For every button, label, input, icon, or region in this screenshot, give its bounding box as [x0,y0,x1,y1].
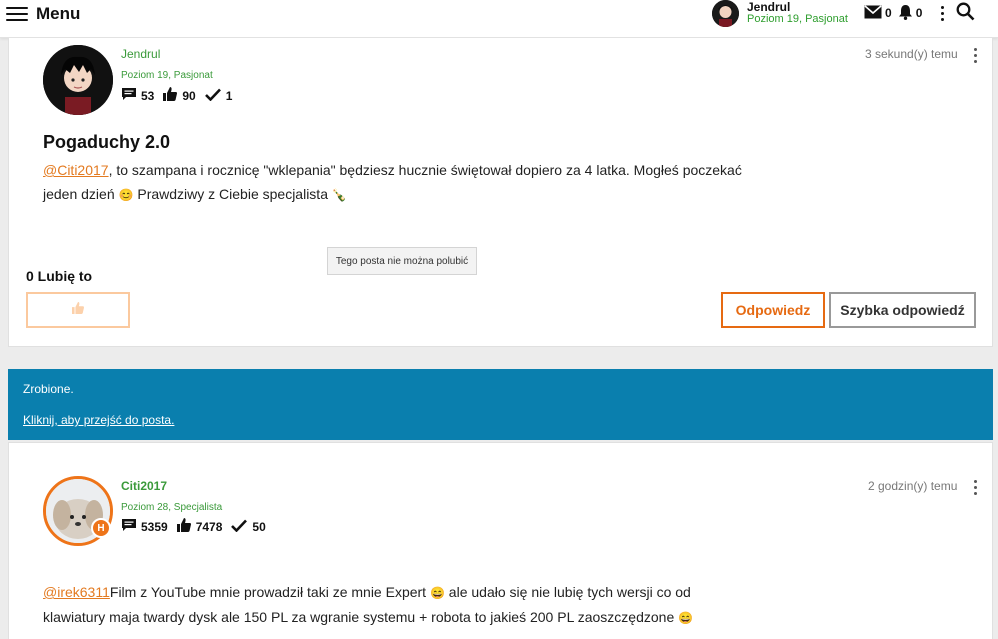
thumbs-up-icon [163,87,178,104]
likes-count: 90 [182,88,196,103]
messages-count[interactable]: 0 [885,6,892,20]
post-text-line: ale udało się nie lubię tych wersji co o… [444,584,691,600]
post-text-line: jeden dzień [43,186,119,202]
like-button[interactable] [26,292,130,328]
post-text-line: Prawdziwy z Ciebie specjalista [133,186,332,202]
post-title: Pogaduchy 2.0 [43,132,171,152]
avatar[interactable] [43,45,113,115]
post-text-line: klawiatury maja twardy dysk ale 150 PL z… [43,609,679,625]
banner-text: Zrobione. [23,382,74,396]
success-banner: Zrobione. Kliknij, aby przejść do posta. [8,369,993,440]
solutions-count: 50 [252,519,266,534]
grin-emoji: 😄 [678,611,694,625]
menu-button[interactable]: Menu [6,4,80,24]
search-icon[interactable] [956,2,975,24]
post-card: H Citi2017 Poziom 28, Specjalista 5359 7… [8,442,993,639]
likes-label: 0 Lubię to [26,268,93,284]
posts-count: 5359 [141,519,168,534]
post-body: @Citi2017, to szampana i rocznicę "wklep… [43,158,803,207]
tooltip: Tego posta nie można polubić [327,247,477,275]
posts-icon [122,87,136,104]
header-user-level: Poziom 19, Pasjonat [747,13,848,25]
solutions-count: 1 [225,88,233,103]
author-name[interactable]: Jendrul [121,47,160,61]
bell-icon[interactable] [898,4,913,23]
posts-icon [122,518,136,535]
checkmark-icon [231,519,248,535]
thumbs-up-icon [176,518,191,535]
header-user-name[interactable]: Jendrul [747,1,848,13]
author-level: Poziom 28, Specjalista [121,502,223,513]
post-text-line: Film z YouTube mnie prowadził taki ze mn… [109,584,430,600]
bottle-emoji: 🍾 [331,188,347,202]
top-header: Menu Jendrul Poziom 19, Pasjonat 0 0 [0,0,998,38]
post-time: 2 godzin(y) temu [868,479,958,493]
thumbs-up-icon [72,301,84,319]
banner-link[interactable]: Kliknij, aby przejść do posta. [23,413,174,427]
mention-link[interactable]: @Citi2017 [43,162,109,178]
header-icons: 0 0 [864,2,975,24]
post-card: Jendrul Poziom 19, Pasjonat 53 90 1 3 se… [8,38,993,347]
notifications-count[interactable]: 0 [916,6,923,20]
post-options-icon[interactable] [971,480,979,495]
mail-icon[interactable] [864,4,882,22]
more-options-icon[interactable] [938,4,946,22]
post-body: @irek6311Film z YouTube mnie prowadził t… [43,580,803,630]
smile-emoji: 😊 [118,188,134,202]
rank-badge: H [91,518,111,538]
mention-link[interactable]: @irek6311 [43,584,110,600]
avatar[interactable] [712,0,739,27]
likes-count: 7478 [195,519,223,534]
grin-emoji: 😄 [429,586,445,600]
reply-button[interactable]: Odpowiedz [721,292,825,328]
author-stats: 53 90 1 [122,87,232,104]
author-level: Poziom 19, Pasjonat [121,70,213,81]
quick-reply-button[interactable]: Szybka odpowiedź [829,292,976,328]
posts-count: 53 [141,88,155,103]
header-user[interactable]: Jendrul Poziom 19, Pasjonat [712,0,848,27]
post-options-icon[interactable] [971,48,979,63]
post-text-line: , to szampana i rocznicę "wklepania" będ… [108,162,742,178]
author-name[interactable]: Citi2017 [121,479,167,493]
checkmark-icon [204,88,221,104]
hamburger-icon [6,7,28,21]
menu-label: Menu [36,4,81,23]
post-time: 3 sekund(y) temu [865,47,958,61]
author-stats: 5359 7478 50 [122,518,266,535]
